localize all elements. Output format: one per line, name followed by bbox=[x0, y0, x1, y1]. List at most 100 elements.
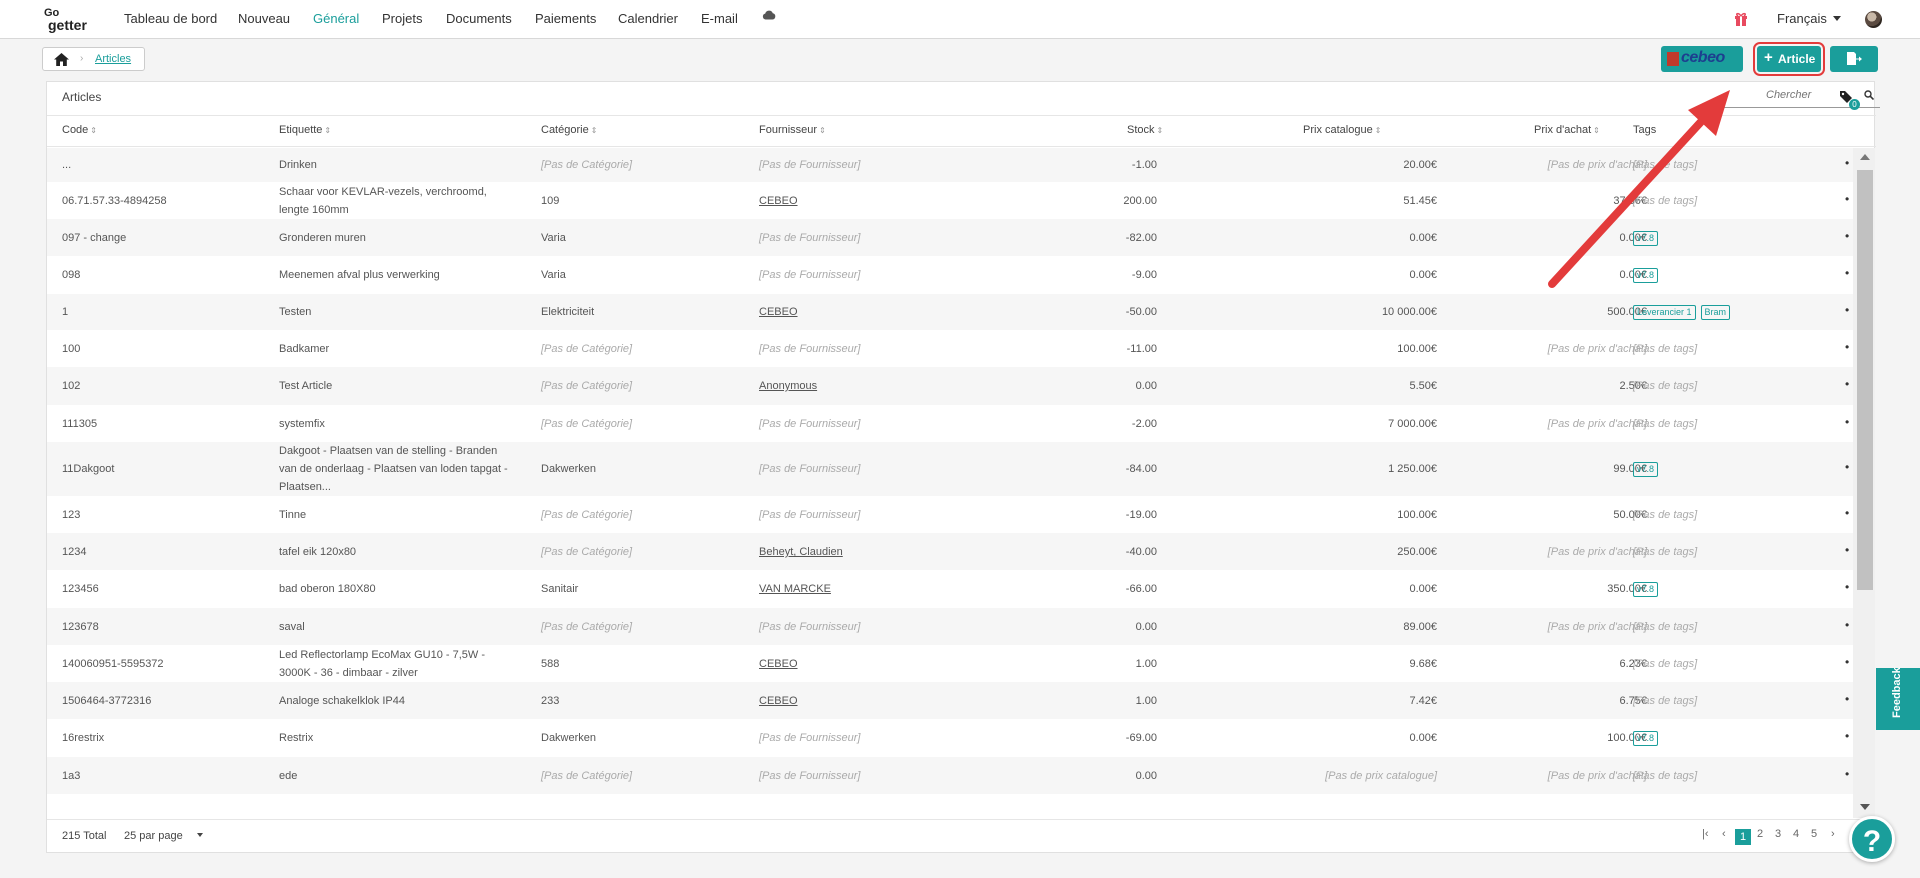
table-row[interactable]: 123678 saval [Pas de Catégorie] [Pas de Fou… bbox=[47, 608, 1853, 645]
table-row[interactable]: 100 Badkamer [Pas de Catégorie] [Pas de Fou… bbox=[47, 330, 1853, 367]
per-page-select[interactable]: 25 par page bbox=[124, 830, 203, 842]
cell-stock: 0.00 bbox=[1135, 770, 1157, 782]
table-row[interactable]: 098 Meenemen afval plus verwerking Varia [P… bbox=[47, 256, 1853, 294]
row-menu-icon[interactable]: • bbox=[1845, 580, 1849, 594]
prev-page-icon[interactable]: ‹ bbox=[1722, 828, 1726, 840]
cell-stock: -82.00 bbox=[1125, 232, 1157, 244]
nav-email[interactable]: E-mail bbox=[701, 11, 738, 26]
row-menu-icon[interactable]: • bbox=[1845, 655, 1849, 669]
cell-fournisseur[interactable]: Anonymous bbox=[759, 377, 1009, 395]
nav-tableau-de-bord[interactable]: Tableau de bord bbox=[124, 11, 217, 26]
scroll-down-icon[interactable] bbox=[1860, 804, 1870, 810]
row-menu-icon[interactable]: • bbox=[1845, 618, 1849, 632]
cell-fournisseur[interactable]: CEBEO bbox=[759, 303, 1009, 321]
row-menu-icon[interactable]: • bbox=[1845, 377, 1849, 391]
scroll-up-icon[interactable] bbox=[1860, 154, 1870, 160]
row-menu-icon[interactable]: • bbox=[1845, 543, 1849, 557]
table-row[interactable]: 1 Testen Elektriciteit CEBEO -50.00 10 000.00… bbox=[47, 294, 1853, 330]
nav-projets[interactable]: Projets bbox=[382, 11, 422, 26]
breadcrumb-articles[interactable]: Articles bbox=[95, 53, 131, 65]
nav-general[interactable]: Général bbox=[313, 11, 359, 26]
language-selector[interactable]: Français bbox=[1777, 11, 1841, 26]
home-icon[interactable] bbox=[54, 53, 69, 66]
col-stock[interactable]: Stock ⇕ bbox=[1127, 124, 1163, 136]
cloud-icon[interactable] bbox=[762, 10, 776, 20]
cell-tags: v7.8 bbox=[1633, 266, 1663, 284]
cebeo-button[interactable]: cebeo bbox=[1661, 46, 1743, 72]
tag-badge[interactable]: v7.8 bbox=[1633, 268, 1659, 283]
cell-fournisseur[interactable]: CEBEO bbox=[759, 192, 1009, 210]
nav-documents[interactable]: Documents bbox=[446, 11, 512, 26]
col-code[interactable]: Code ⇕ bbox=[62, 124, 97, 136]
tag-badge[interactable]: v7.8 bbox=[1633, 582, 1659, 597]
table-row[interactable]: 11Dakgoot Dakgoot - Plaatsen van de stell… bbox=[47, 442, 1853, 496]
help-button[interactable]: ? bbox=[1849, 816, 1895, 862]
nav-nouveau[interactable]: Nouveau bbox=[238, 11, 290, 26]
table-row[interactable]: ... Drinken [Pas de Catégorie] [Pas de Four… bbox=[47, 148, 1853, 182]
page-2[interactable]: 2 bbox=[1757, 828, 1763, 840]
table-row[interactable]: 111305 systemfix [Pas de Catégorie] [Pas de… bbox=[47, 405, 1853, 442]
export-button[interactable] bbox=[1830, 46, 1878, 72]
row-menu-icon[interactable]: • bbox=[1845, 340, 1849, 354]
feedback-tab[interactable]: Feedback bbox=[1876, 667, 1920, 730]
table-row[interactable]: 102 Test Article [Pas de Catégorie] Anonymo… bbox=[47, 367, 1853, 405]
table-row[interactable]: 06.71.57.33-4894258 Schaar voor KEVLAR-ve… bbox=[47, 182, 1853, 219]
cell-prix-catalogue: 100.00€ bbox=[1397, 509, 1437, 521]
first-page-icon[interactable]: |‹ bbox=[1702, 828, 1709, 840]
cell-etiquette: Badkamer bbox=[279, 340, 529, 358]
vertical-scrollbar[interactable] bbox=[1853, 148, 1875, 818]
cell-fournisseur[interactable]: CEBEO bbox=[759, 655, 1009, 673]
table-row[interactable]: 123 Tinne [Pas de Catégorie] [Pas de Fourni… bbox=[47, 496, 1853, 533]
cell-stock: -19.00 bbox=[1125, 509, 1157, 521]
row-menu-icon[interactable]: • bbox=[1845, 415, 1849, 429]
tag-badge[interactable]: Leverancier 1 bbox=[1633, 305, 1696, 320]
row-menu-icon[interactable]: • bbox=[1845, 692, 1849, 706]
table-row[interactable]: 140060951-5595372 Led Reflectorlamp EcoMa… bbox=[47, 645, 1853, 682]
table-row[interactable]: 123456 bad oberon 180X80 Sanitair VAN MARCK… bbox=[47, 570, 1853, 608]
cell-etiquette-line: systemfix bbox=[279, 418, 325, 430]
row-menu-icon[interactable]: • bbox=[1845, 229, 1849, 243]
table-row[interactable]: 16restrix Restrix Dakwerken [Pas de Fournis… bbox=[47, 719, 1853, 757]
col-prix-achat[interactable]: Prix d'achat ⇕ bbox=[1534, 124, 1600, 136]
tags-filter-icon[interactable]: 0 bbox=[1840, 90, 1860, 110]
search-icon[interactable] bbox=[1864, 90, 1874, 100]
gift-icon[interactable] bbox=[1734, 12, 1748, 26]
tag-badge[interactable]: Bram bbox=[1700, 305, 1731, 320]
row-menu-icon[interactable]: • bbox=[1845, 729, 1849, 743]
table-row[interactable]: 1234 tafel eik 120x80 [Pas de Catégorie] Be… bbox=[47, 533, 1853, 570]
cell-prix-achat: 100.00€ bbox=[1607, 732, 1647, 744]
col-fournisseur[interactable]: Fournisseur ⇕ bbox=[759, 124, 826, 136]
col-prix-catalogue[interactable]: Prix catalogue ⇕ bbox=[1303, 124, 1381, 136]
cell-categorie: 588 bbox=[541, 658, 560, 670]
next-page-icon[interactable]: › bbox=[1831, 828, 1835, 840]
row-menu-icon[interactable]: • bbox=[1845, 506, 1849, 520]
nav-paiements[interactable]: Paiements bbox=[535, 11, 596, 26]
row-menu-icon[interactable]: • bbox=[1845, 303, 1849, 317]
tag-badge[interactable]: v7.8 bbox=[1633, 462, 1659, 477]
cell-fournisseur[interactable]: CEBEO bbox=[759, 692, 1009, 710]
row-menu-icon[interactable]: • bbox=[1845, 192, 1849, 206]
table-row[interactable]: 097 - change Gronderen muren Varia [Pas de … bbox=[47, 219, 1853, 256]
row-menu-icon[interactable]: • bbox=[1845, 460, 1849, 474]
add-article-button[interactable]: + Article bbox=[1753, 42, 1825, 76]
cell-fournisseur[interactable]: Beheyt, Claudien bbox=[759, 543, 1009, 561]
cell-fournisseur[interactable]: VAN MARCKE bbox=[759, 580, 1009, 598]
page-4[interactable]: 4 bbox=[1793, 828, 1799, 840]
scroll-thumb[interactable] bbox=[1857, 170, 1873, 590]
page-1[interactable]: 1 bbox=[1735, 829, 1751, 845]
gogetter-logo[interactable]: Go getter bbox=[44, 7, 100, 33]
tag-badge[interactable]: v7.8 bbox=[1633, 231, 1659, 246]
table-row[interactable]: 1506464-3772316 Analoge schakelklok IP44 2… bbox=[47, 682, 1853, 719]
tag-badge[interactable]: v7.8 bbox=[1633, 731, 1659, 746]
col-etiquette[interactable]: Etiquette ⇕ bbox=[279, 124, 331, 136]
col-categorie[interactable]: Catégorie ⇕ bbox=[541, 124, 597, 136]
page-3[interactable]: 3 bbox=[1775, 828, 1781, 840]
row-menu-icon[interactable]: • bbox=[1845, 156, 1849, 170]
row-menu-icon[interactable]: • bbox=[1845, 767, 1849, 781]
row-menu-icon[interactable]: • bbox=[1845, 266, 1849, 280]
cell-etiquette-line: lengte 160mm bbox=[279, 204, 349, 216]
page-5[interactable]: 5 bbox=[1811, 828, 1817, 840]
user-avatar[interactable] bbox=[1865, 11, 1882, 28]
table-row[interactable]: 1a3 ede [Pas de Catégorie] [Pas de Fourniss… bbox=[47, 757, 1853, 794]
nav-calendrier[interactable]: Calendrier bbox=[618, 11, 678, 26]
